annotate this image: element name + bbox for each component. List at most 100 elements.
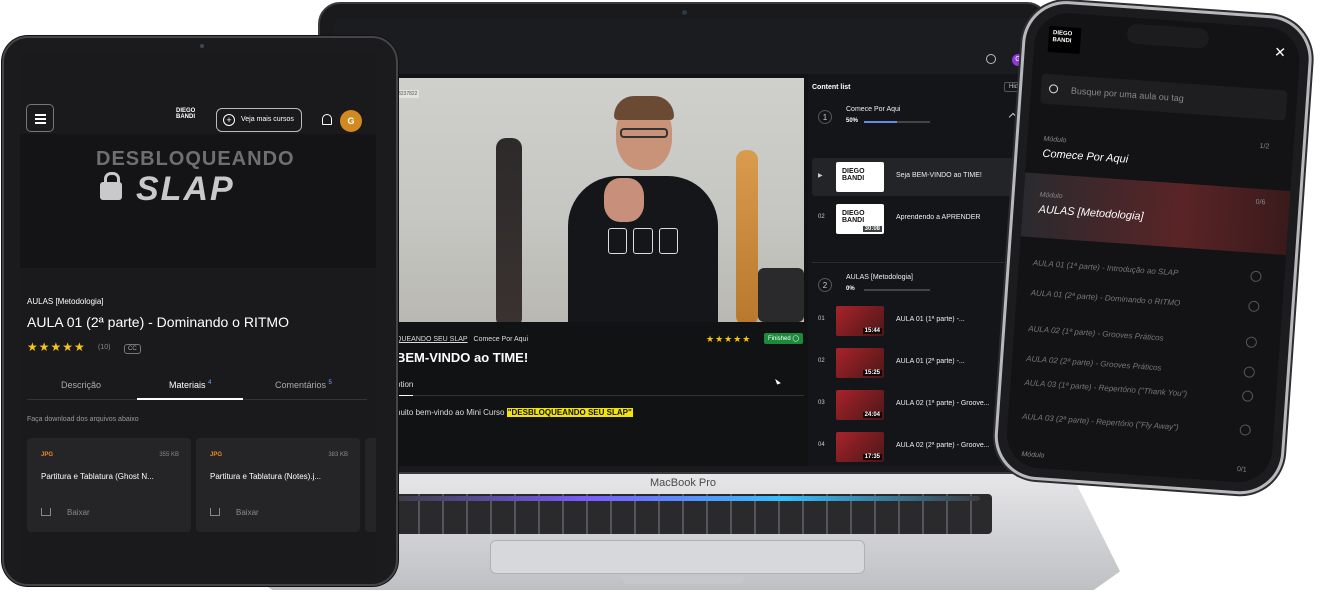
video-player[interactable]: 3237822: [396, 78, 804, 322]
lesson-name: AULA 02 (1ª parte) - Groove...: [896, 400, 990, 407]
bell-icon[interactable]: [322, 114, 332, 125]
tab-materials[interactable]: Materiais 4: [169, 380, 211, 390]
lesson-number: 04: [818, 442, 825, 448]
hero-title-line2: SLAP: [136, 170, 235, 208]
module-count: 0/6: [1255, 198, 1266, 207]
lesson-item[interactable]: AULA 03 (1ª parte) - Repertório ("Thank …: [1024, 377, 1224, 402]
list-item[interactable]: 01 15:44 AULA 01 (1ª parte) -... ✓: [812, 302, 1028, 340]
play-icon: ▶: [818, 173, 823, 179]
module-count: 0/1: [1236, 466, 1247, 474]
tab-count: 5: [328, 380, 332, 386]
radio-icon[interactable]: [1248, 300, 1260, 313]
breadcrumb-course[interactable]: QUEANDO SEU SLAP: [396, 336, 468, 343]
avatar[interactable]: G: [340, 110, 362, 132]
radio-icon[interactable]: [1245, 336, 1258, 349]
lesson-duration: 30:08: [862, 226, 882, 232]
radio-icon[interactable]: [1241, 390, 1254, 402]
lesson-name: Seja BEM-VINDO ao TIME!: [896, 172, 982, 179]
laptop-camera: [682, 10, 687, 15]
finished-badge[interactable]: Finished ◯: [764, 333, 804, 344]
lesson-number: 01: [818, 316, 825, 322]
breadcrumb-module[interactable]: Comece Por Aqui: [474, 336, 528, 343]
lock-icon: [100, 172, 122, 200]
lesson-name: AULA 01 (2ª parte) -...: [896, 358, 965, 365]
rating-stars[interactable]: ★★★★★: [706, 334, 751, 345]
lesson-item[interactable]: AULA 02 (1ª parte) - Grooves Práticos: [1028, 323, 1228, 348]
section-progress-bar: [864, 121, 930, 123]
description-text: nuito bem-vindo ao Mini Curso: [396, 408, 507, 417]
file-type: JPG: [210, 452, 223, 458]
closed-captions-icon[interactable]: CC: [124, 344, 141, 354]
file-card[interactable]: JPG 383 KB Partitura e Tablatura (Notes)…: [196, 438, 360, 532]
lesson-duration: 17:35: [862, 454, 882, 460]
phone-notch: [1126, 23, 1210, 50]
download-icon[interactable]: [210, 508, 220, 516]
description-tab-row: ption: [396, 380, 804, 396]
lesson-thumbnail: DIEGO BANDI: [836, 162, 884, 192]
download-button[interactable]: Baixar: [236, 508, 259, 517]
file-card-partial[interactable]: [365, 438, 376, 532]
lesson-category: AULAS [Metodologia]: [27, 297, 104, 306]
rating-stars[interactable]: ★★★★★: [27, 340, 86, 354]
presenter-hand: [604, 178, 644, 222]
thumbnail-logo: DIEGO BANDI: [842, 168, 865, 182]
download-hint: Faça download dos arquivos abaixo: [27, 416, 139, 423]
list-item[interactable]: 02 15:25 AULA 01 (2ª parte) -... ✓: [812, 344, 1028, 382]
module-label: Módulo: [1021, 450, 1045, 460]
tab-count: 4: [208, 380, 212, 386]
tab-comments[interactable]: Comentários 5: [275, 380, 332, 390]
lesson-number: 03: [818, 400, 825, 406]
file-size: 355 KB: [159, 452, 179, 458]
video-tag: 3237822: [396, 90, 420, 98]
brand-logo[interactable]: DIEGO BANDI: [176, 108, 212, 120]
description-highlight: "DESBLOQUEANDO SEU SLAP": [506, 408, 633, 417]
search-input[interactable]: Busque por uma aula ou tag: [1040, 73, 1288, 121]
lesson-title: AULA 01 (2ª parte) - Dominando o RITMO: [27, 314, 289, 330]
download-button[interactable]: Baixar: [67, 508, 90, 517]
download-icon[interactable]: [41, 508, 51, 516]
module-count: 1/2: [1259, 142, 1270, 151]
radio-icon[interactable]: [1250, 270, 1262, 283]
section-progress-text: 0%: [846, 286, 855, 292]
search-icon: [1048, 84, 1059, 94]
section-number: 1: [818, 110, 832, 124]
lesson-item[interactable]: AULA 03 (2ª parte) - Repertório ("Fly Aw…: [1022, 411, 1222, 436]
module-name[interactable]: Comece Por Aqui: [1042, 148, 1128, 166]
file-type: JPG: [41, 452, 54, 458]
lesson-thumbnail: 15:25: [836, 348, 884, 378]
lesson-item[interactable]: AULA 01 (1ª parte) - Introdução ao SLAP: [1032, 257, 1232, 282]
laptop-model-label: MacBook Pro: [649, 477, 717, 489]
guitar-left: [496, 138, 522, 322]
module-label: Módulo: [1039, 191, 1063, 201]
file-size: 383 KB: [328, 452, 348, 458]
content-list-title: Content list: [812, 84, 851, 91]
lesson-name: Aprendendo a APRENDER: [896, 214, 981, 221]
more-courses-button[interactable]: + Veja mais cursos: [216, 108, 302, 132]
menu-button[interactable]: [26, 104, 54, 132]
section-progress-text: 50%: [846, 118, 859, 124]
file-card[interactable]: JPG 355 KB Partitura e Tablatura (Ghost …: [27, 438, 191, 532]
lesson-duration: 15:25: [862, 370, 882, 376]
file-name: Partitura e Tablatura (Notes).j...: [210, 472, 322, 481]
lesson-thumbnail: 24:04: [836, 390, 884, 420]
radio-icon[interactable]: [1243, 366, 1256, 379]
close-icon[interactable]: ✕: [1274, 44, 1287, 62]
tablet-camera: [200, 44, 204, 48]
phone-device: DIEGO BANDI ✕ Busque por uma aula ou tag…: [991, 0, 1324, 504]
lesson-item[interactable]: AULA 01 (2ª parte) - Dominando o RITMO: [1030, 287, 1230, 312]
search-placeholder: Busque por uma aula ou tag: [1070, 85, 1185, 104]
brand-logo[interactable]: DIEGO BANDI: [1047, 25, 1082, 55]
lesson-item[interactable]: AULA 02 (2ª parte) - Grooves Práticos: [1026, 353, 1226, 378]
radio-icon[interactable]: [1239, 424, 1252, 436]
tab-description[interactable]: Descrição: [61, 380, 101, 390]
phone-screen: DIEGO BANDI ✕ Busque por uma aula ou tag…: [1004, 10, 1302, 485]
search-icon[interactable]: [986, 54, 996, 64]
presenter-glasses: [620, 128, 668, 138]
section-progress-fill: [864, 121, 897, 123]
tab-description[interactable]: ption: [396, 380, 414, 396]
list-item[interactable]: ▶ DIEGO BANDI Seja BEM-VINDO ao TIME! ✓: [812, 158, 1028, 196]
section-progress-bar: [864, 289, 930, 291]
breadcrumb: QUEANDO SEU SLAP Comece Por Aqui: [396, 336, 528, 343]
presenter-hair: [614, 96, 674, 120]
list-item[interactable]: 02 DIEGO BANDI 30:08 Aprendendo a APRENDE…: [812, 200, 1028, 238]
